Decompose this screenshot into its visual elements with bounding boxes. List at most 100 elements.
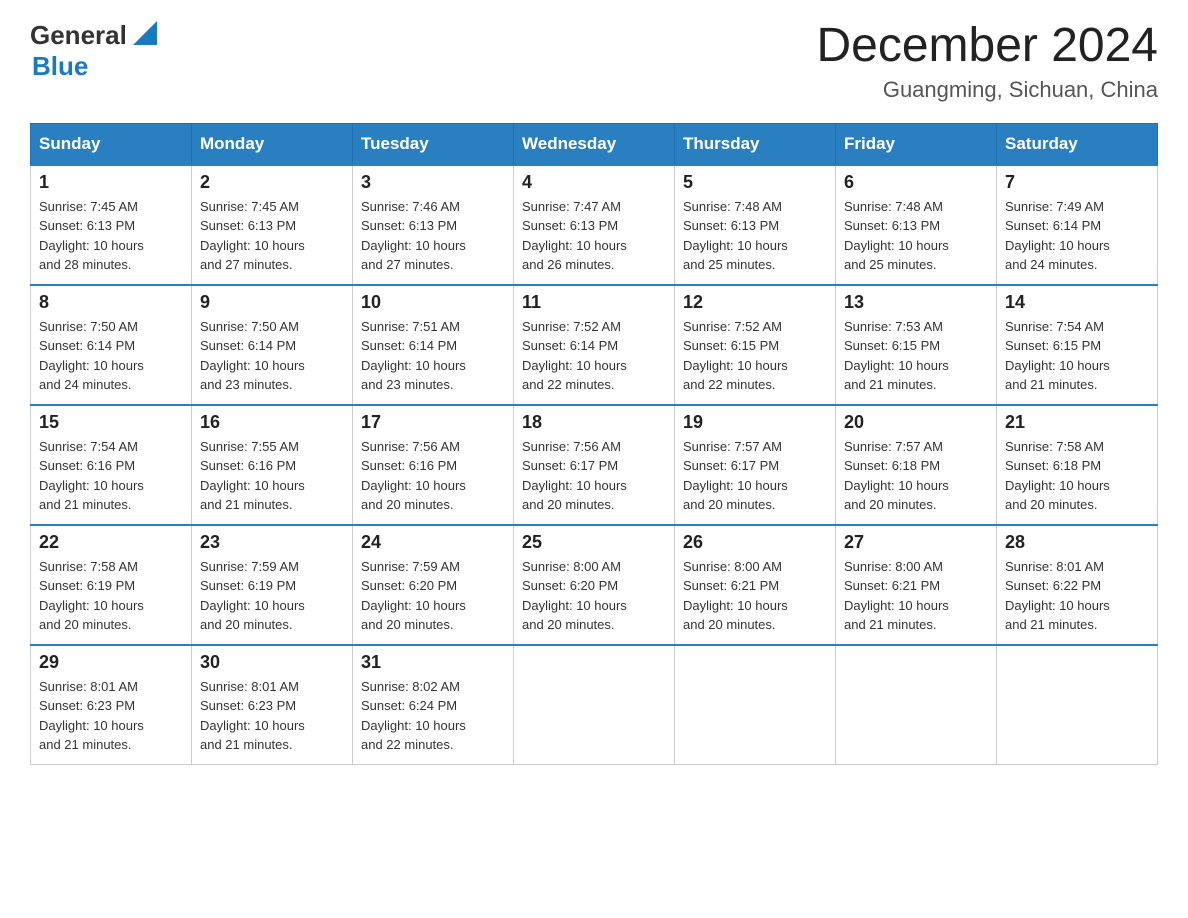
- day-number: 29: [39, 652, 183, 673]
- day-info: Sunrise: 7:59 AM Sunset: 6:19 PM Dayligh…: [200, 557, 344, 635]
- calendar-cell: [997, 645, 1158, 765]
- week-row-1: 8 Sunrise: 7:50 AM Sunset: 6:14 PM Daylig…: [31, 285, 1158, 405]
- header-cell-monday: Monday: [192, 123, 353, 165]
- calendar-cell: 11 Sunrise: 7:52 AM Sunset: 6:14 PM Dayli…: [514, 285, 675, 405]
- day-number: 23: [200, 532, 344, 553]
- calendar-cell: 23 Sunrise: 7:59 AM Sunset: 6:19 PM Dayli…: [192, 525, 353, 645]
- calendar-cell: 21 Sunrise: 7:58 AM Sunset: 6:18 PM Dayli…: [997, 405, 1158, 525]
- day-number: 13: [844, 292, 988, 313]
- day-number: 18: [522, 412, 666, 433]
- day-number: 12: [683, 292, 827, 313]
- calendar-cell: [675, 645, 836, 765]
- calendar-cell: 29 Sunrise: 8:01 AM Sunset: 6:23 PM Dayli…: [31, 645, 192, 765]
- week-row-2: 15 Sunrise: 7:54 AM Sunset: 6:16 PM Dayli…: [31, 405, 1158, 525]
- day-info: Sunrise: 7:47 AM Sunset: 6:13 PM Dayligh…: [522, 197, 666, 275]
- calendar-cell: 8 Sunrise: 7:50 AM Sunset: 6:14 PM Daylig…: [31, 285, 192, 405]
- header-cell-friday: Friday: [836, 123, 997, 165]
- day-info: Sunrise: 8:02 AM Sunset: 6:24 PM Dayligh…: [361, 677, 505, 755]
- title-area: December 2024 Guangming, Sichuan, China: [816, 20, 1158, 103]
- header-cell-thursday: Thursday: [675, 123, 836, 165]
- week-row-4: 29 Sunrise: 8:01 AM Sunset: 6:23 PM Dayli…: [31, 645, 1158, 765]
- day-info: Sunrise: 8:00 AM Sunset: 6:20 PM Dayligh…: [522, 557, 666, 635]
- day-number: 14: [1005, 292, 1149, 313]
- header-cell-tuesday: Tuesday: [353, 123, 514, 165]
- day-info: Sunrise: 7:57 AM Sunset: 6:17 PM Dayligh…: [683, 437, 827, 515]
- week-row-3: 22Sunrise: 7:58 AM Sunset: 6:19 PM Dayli…: [31, 525, 1158, 645]
- calendar-cell: 26 Sunrise: 8:00 AM Sunset: 6:21 PM Dayli…: [675, 525, 836, 645]
- logo-blue-text: Blue: [32, 51, 88, 82]
- day-info: Sunrise: 8:00 AM Sunset: 6:21 PM Dayligh…: [844, 557, 988, 635]
- day-info: Sunrise: 7:45 AM Sunset: 6:13 PM Dayligh…: [39, 197, 183, 275]
- header-cell-sunday: Sunday: [31, 123, 192, 165]
- header-cell-saturday: Saturday: [997, 123, 1158, 165]
- calendar-cell: 27 Sunrise: 8:00 AM Sunset: 6:21 PM Dayli…: [836, 525, 997, 645]
- day-number: 26: [683, 532, 827, 553]
- day-info: Sunrise: 7:46 AM Sunset: 6:13 PM Dayligh…: [361, 197, 505, 275]
- calendar-table: SundayMondayTuesdayWednesdayThursdayFrid…: [30, 123, 1158, 766]
- day-info: Sunrise: 7:54 AM Sunset: 6:16 PM Dayligh…: [39, 437, 183, 515]
- day-number: 19: [683, 412, 827, 433]
- logo-triangle-icon: [129, 21, 157, 49]
- day-info: Sunrise: 7:53 AM Sunset: 6:15 PM Dayligh…: [844, 317, 988, 395]
- page-subtitle: Guangming, Sichuan, China: [816, 77, 1158, 103]
- day-number: 5: [683, 172, 827, 193]
- calendar-cell: 24 Sunrise: 7:59 AM Sunset: 6:20 PM Dayli…: [353, 525, 514, 645]
- day-info: Sunrise: 7:58 AM Sunset: 6:18 PM Dayligh…: [1005, 437, 1149, 515]
- day-number: 8: [39, 292, 183, 313]
- calendar-cell: 5 Sunrise: 7:48 AM Sunset: 6:13 PM Daylig…: [675, 165, 836, 285]
- calendar-cell: 18 Sunrise: 7:56 AM Sunset: 6:17 PM Dayli…: [514, 405, 675, 525]
- calendar-cell: 10Sunrise: 7:51 AM Sunset: 6:14 PM Dayli…: [353, 285, 514, 405]
- calendar-cell: [514, 645, 675, 765]
- calendar-cell: 17 Sunrise: 7:56 AM Sunset: 6:16 PM Dayli…: [353, 405, 514, 525]
- day-number: 25: [522, 532, 666, 553]
- calendar-cell: 25 Sunrise: 8:00 AM Sunset: 6:20 PM Dayli…: [514, 525, 675, 645]
- calendar-cell: 3 Sunrise: 7:46 AM Sunset: 6:13 PM Daylig…: [353, 165, 514, 285]
- calendar-cell: [836, 645, 997, 765]
- day-info: Sunrise: 8:01 AM Sunset: 6:23 PM Dayligh…: [39, 677, 183, 755]
- calendar-cell: 19 Sunrise: 7:57 AM Sunset: 6:17 PM Dayli…: [675, 405, 836, 525]
- week-row-0: 1 Sunrise: 7:45 AM Sunset: 6:13 PM Daylig…: [31, 165, 1158, 285]
- calendar-cell: 12 Sunrise: 7:52 AM Sunset: 6:15 PM Dayli…: [675, 285, 836, 405]
- day-number: 27: [844, 532, 988, 553]
- calendar-cell: 15 Sunrise: 7:54 AM Sunset: 6:16 PM Dayli…: [31, 405, 192, 525]
- calendar-cell: 7Sunrise: 7:49 AM Sunset: 6:14 PM Daylig…: [997, 165, 1158, 285]
- day-info: Sunrise: 7:48 AM Sunset: 6:13 PM Dayligh…: [683, 197, 827, 275]
- calendar-cell: 9Sunrise: 7:50 AM Sunset: 6:14 PM Daylig…: [192, 285, 353, 405]
- day-number: 22: [39, 532, 183, 553]
- header-row: SundayMondayTuesdayWednesdayThursdayFrid…: [31, 123, 1158, 165]
- day-number: 31: [361, 652, 505, 673]
- calendar-cell: 2 Sunrise: 7:45 AM Sunset: 6:13 PM Daylig…: [192, 165, 353, 285]
- day-info: Sunrise: 8:01 AM Sunset: 6:23 PM Dayligh…: [200, 677, 344, 755]
- day-number: 15: [39, 412, 183, 433]
- day-info: Sunrise: 7:51 AM Sunset: 6:14 PM Dayligh…: [361, 317, 505, 395]
- day-info: Sunrise: 7:56 AM Sunset: 6:16 PM Dayligh…: [361, 437, 505, 515]
- day-number: 3: [361, 172, 505, 193]
- day-info: Sunrise: 7:59 AM Sunset: 6:20 PM Dayligh…: [361, 557, 505, 635]
- day-number: 2: [200, 172, 344, 193]
- day-number: 11: [522, 292, 666, 313]
- day-number: 21: [1005, 412, 1149, 433]
- calendar-cell: 6Sunrise: 7:48 AM Sunset: 6:13 PM Daylig…: [836, 165, 997, 285]
- day-number: 1: [39, 172, 183, 193]
- header-cell-wednesday: Wednesday: [514, 123, 675, 165]
- day-number: 9: [200, 292, 344, 313]
- day-number: 28: [1005, 532, 1149, 553]
- day-info: Sunrise: 7:56 AM Sunset: 6:17 PM Dayligh…: [522, 437, 666, 515]
- day-info: Sunrise: 7:48 AM Sunset: 6:13 PM Dayligh…: [844, 197, 988, 275]
- day-info: Sunrise: 7:54 AM Sunset: 6:15 PM Dayligh…: [1005, 317, 1149, 395]
- day-info: Sunrise: 7:49 AM Sunset: 6:14 PM Dayligh…: [1005, 197, 1149, 275]
- day-info: Sunrise: 7:52 AM Sunset: 6:14 PM Dayligh…: [522, 317, 666, 395]
- logo-general-text: General: [30, 20, 127, 51]
- calendar-cell: 20Sunrise: 7:57 AM Sunset: 6:18 PM Dayli…: [836, 405, 997, 525]
- calendar-cell: 4Sunrise: 7:47 AM Sunset: 6:13 PM Daylig…: [514, 165, 675, 285]
- day-info: Sunrise: 7:50 AM Sunset: 6:14 PM Dayligh…: [39, 317, 183, 395]
- day-number: 20: [844, 412, 988, 433]
- day-number: 24: [361, 532, 505, 553]
- day-info: Sunrise: 8:00 AM Sunset: 6:21 PM Dayligh…: [683, 557, 827, 635]
- day-info: Sunrise: 7:52 AM Sunset: 6:15 PM Dayligh…: [683, 317, 827, 395]
- calendar-cell: 30Sunrise: 8:01 AM Sunset: 6:23 PM Dayli…: [192, 645, 353, 765]
- day-info: Sunrise: 7:45 AM Sunset: 6:13 PM Dayligh…: [200, 197, 344, 275]
- day-number: 17: [361, 412, 505, 433]
- calendar-cell: 28Sunrise: 8:01 AM Sunset: 6:22 PM Dayli…: [997, 525, 1158, 645]
- calendar-cell: 14 Sunrise: 7:54 AM Sunset: 6:15 PM Dayli…: [997, 285, 1158, 405]
